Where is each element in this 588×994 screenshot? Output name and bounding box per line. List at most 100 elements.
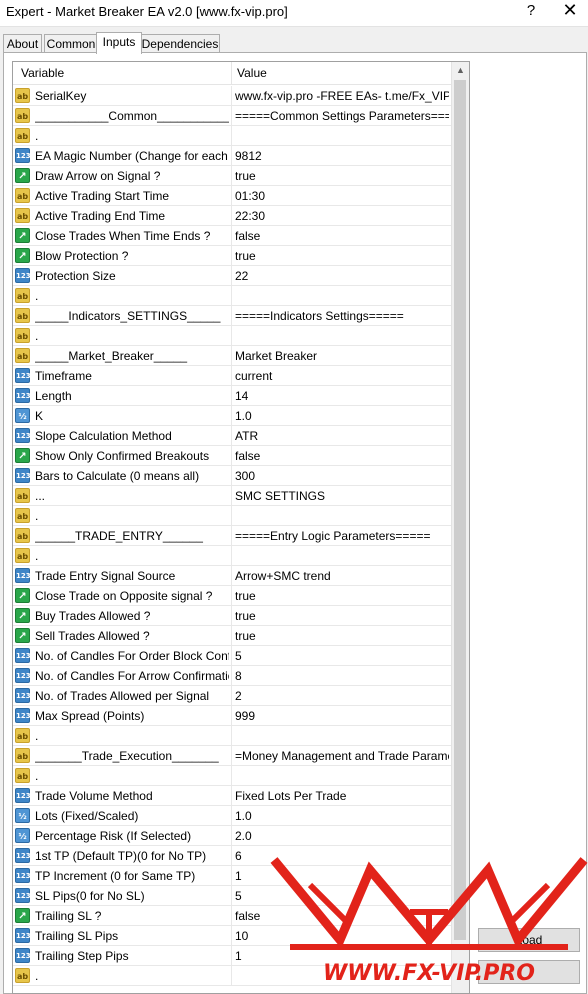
variable-value[interactable]: Market Breaker — [235, 349, 449, 363]
table-row[interactable]: ↗ Close Trade on Opposite signal ? true — [13, 586, 451, 606]
tab-inputs[interactable]: Inputs — [96, 32, 142, 54]
table-row[interactable]: ab ______TRADE_ENTRY______ =====Entry Logi… — [13, 526, 451, 546]
table-row[interactable]: 123 Protection Size 22 — [13, 266, 451, 286]
table-row[interactable]: 123 Length 14 — [13, 386, 451, 406]
table-row[interactable]: 123 No. of Candles For Order Block Confir… — [13, 646, 451, 666]
variable-value[interactable]: =Money Management and Trade Paramet... — [235, 749, 449, 763]
boolean-type-icon: ↗ — [15, 248, 30, 263]
variable-value[interactable]: 22 — [235, 269, 449, 283]
variable-value[interactable]: 9812 — [235, 149, 449, 163]
table-row[interactable]: ab. — [13, 506, 451, 526]
variable-value[interactable]: true — [235, 249, 449, 263]
table-row[interactable]: ½ K 1.0 — [13, 406, 451, 426]
table-row[interactable]: ab. — [13, 966, 451, 986]
close-button[interactable]: ✕ — [560, 0, 580, 21]
scroll-up-arrow-icon[interactable]: ▲ — [452, 62, 469, 79]
table-row[interactable]: 123 Timeframe current — [13, 366, 451, 386]
variable-value[interactable]: 1.0 — [235, 809, 449, 823]
variable-value[interactable]: 300 — [235, 469, 449, 483]
table-row[interactable]: 123 No. of Candles For Arrow Confirmation… — [13, 666, 451, 686]
vertical-scrollbar[interactable]: ▲ — [451, 62, 469, 993]
integer-type-icon: 123 — [15, 868, 31, 883]
variable-value[interactable]: false — [235, 449, 449, 463]
tab-common[interactable]: Common — [44, 34, 98, 53]
variable-value[interactable]: 10 — [235, 929, 449, 943]
variable-value[interactable]: 5 — [235, 649, 449, 663]
table-row[interactable]: 123 Max Spread (Points) 999 — [13, 706, 451, 726]
table-row[interactable]: 123 Trailing Step Pips 1 — [13, 946, 451, 966]
column-divider — [231, 826, 232, 846]
table-row[interactable]: ½ Lots (Fixed/Scaled) 1.0 — [13, 806, 451, 826]
table-row[interactable]: ab. — [13, 126, 451, 146]
table-row[interactable]: ab. — [13, 326, 451, 346]
variable-value[interactable]: 1.0 — [235, 409, 449, 423]
table-row[interactable]: ↗ Sell Trades Allowed ? true — [13, 626, 451, 646]
table-row[interactable]: 123 Trade Entry Signal Source Arrow+SMC tr… — [13, 566, 451, 586]
variable-value[interactable]: 1 — [235, 949, 449, 963]
table-row[interactable]: 123 SL Pips(0 for No SL) 5 — [13, 886, 451, 906]
column-divider — [231, 246, 232, 266]
variable-value[interactable]: true — [235, 169, 449, 183]
variable-value[interactable]: true — [235, 609, 449, 623]
tab-dependencies[interactable]: Dependencies — [140, 34, 220, 53]
variable-value[interactable]: ATR — [235, 429, 449, 443]
variable-value[interactable]: 14 — [235, 389, 449, 403]
variable-value[interactable]: current — [235, 369, 449, 383]
column-header-variable[interactable]: Variable — [21, 66, 64, 80]
table-row[interactable]: ab ___________Common___________ =====Commo… — [13, 106, 451, 126]
column-header-value[interactable]: Value — [237, 66, 267, 80]
variable-value[interactable]: 6 — [235, 849, 449, 863]
table-row[interactable]: ab... SMC SETTINGS — [13, 486, 451, 506]
variable-value[interactable]: false — [235, 229, 449, 243]
table-row[interactable]: ab. — [13, 546, 451, 566]
table-row[interactable]: ↗ Draw Arrow on Signal ? true — [13, 166, 451, 186]
table-row[interactable]: ab. — [13, 726, 451, 746]
table-row[interactable]: ↗ Trailing SL ? false — [13, 906, 451, 926]
table-row[interactable]: ab Active Trading End Time 22:30 — [13, 206, 451, 226]
variable-value[interactable]: 2 — [235, 689, 449, 703]
variable-value[interactable]: false — [235, 909, 449, 923]
table-row[interactable]: ↗ Blow Protection ? true — [13, 246, 451, 266]
variable-value[interactable]: 5 — [235, 889, 449, 903]
save-button[interactable] — [478, 960, 580, 984]
table-row[interactable]: 123 No. of Trades Allowed per Signal 2 — [13, 686, 451, 706]
table-row[interactable]: 123 EA Magic Number (Change for each C...… — [13, 146, 451, 166]
variable-value[interactable]: 22:30 — [235, 209, 449, 223]
variable-value[interactable]: SMC SETTINGS — [235, 489, 449, 503]
variable-value[interactable]: true — [235, 629, 449, 643]
variable-value[interactable]: 8 — [235, 669, 449, 683]
scroll-thumb[interactable] — [454, 80, 466, 940]
table-row[interactable]: ↗ Show Only Confirmed Breakouts false — [13, 446, 451, 466]
variable-value[interactable]: =====Indicators Settings===== — [235, 309, 449, 323]
variable-value[interactable]: 999 — [235, 709, 449, 723]
table-row[interactable]: ab _____Indicators_SETTINGS_____ =====Indi… — [13, 306, 451, 326]
table-row[interactable]: ab Active Trading Start Time 01:30 — [13, 186, 451, 206]
table-row[interactable]: 123 Trailing SL Pips 10 — [13, 926, 451, 946]
table-row[interactable]: 123 TP Increment (0 for Same TP) 1 — [13, 866, 451, 886]
variable-value[interactable]: Arrow+SMC trend — [235, 569, 449, 583]
variable-value[interactable]: www.fx-vip.pro -FREE EAs- t.me/Fx_VIP — [235, 89, 449, 103]
table-row[interactable]: ab. — [13, 766, 451, 786]
help-button[interactable]: ? — [524, 2, 538, 19]
variable-value[interactable]: 01:30 — [235, 189, 449, 203]
variable-value[interactable]: true — [235, 589, 449, 603]
table-row[interactable]: ab SerialKey www.fx-vip.pro -FREE EAs- t.m… — [13, 86, 451, 106]
table-row[interactable]: 123 Trade Volume Method Fixed Lots Per Tra… — [13, 786, 451, 806]
table-row[interactable]: ½ Percentage Risk (If Selected) 2.0 — [13, 826, 451, 846]
variable-value[interactable]: =====Common Settings Parameters===== — [235, 109, 449, 123]
table-row[interactable]: ab _____Market_Breaker_____ Market Breaker — [13, 346, 451, 366]
table-row[interactable]: ↗ Close Trades When Time Ends ? false — [13, 226, 451, 246]
header-divider[interactable] — [231, 62, 232, 84]
table-row[interactable]: ab. — [13, 286, 451, 306]
tab-about[interactable]: About — [3, 34, 42, 53]
variable-value[interactable]: 1 — [235, 869, 449, 883]
table-row[interactable]: 123 1st TP (Default TP)(0 for No TP) 6 — [13, 846, 451, 866]
load-button[interactable]: Load — [478, 928, 580, 952]
table-row[interactable]: 123 Slope Calculation Method ATR — [13, 426, 451, 446]
table-row[interactable]: 123 Bars to Calculate (0 means all) 300 — [13, 466, 451, 486]
table-row[interactable]: ↗ Buy Trades Allowed ? true — [13, 606, 451, 626]
variable-value[interactable]: 2.0 — [235, 829, 449, 843]
table-row[interactable]: ab _______Trade_Execution_______ =Money Ma… — [13, 746, 451, 766]
variable-value[interactable]: Fixed Lots Per Trade — [235, 789, 449, 803]
variable-value[interactable]: =====Entry Logic Parameters===== — [235, 529, 449, 543]
